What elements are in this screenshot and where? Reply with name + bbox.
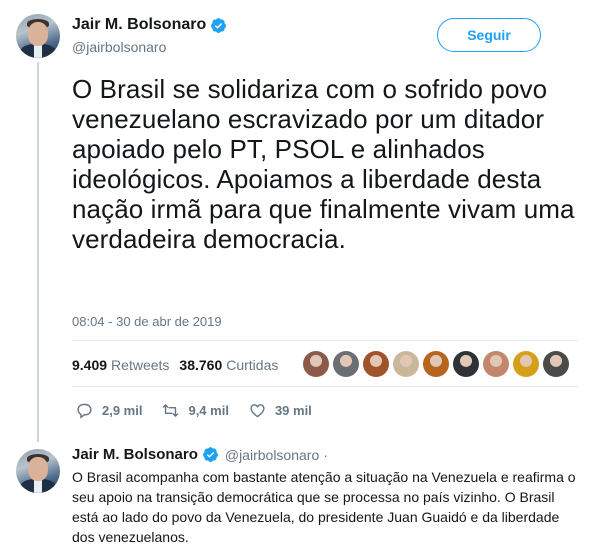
thread-connector-line (37, 62, 39, 442)
reply-button[interactable]: 2,9 mil (76, 402, 142, 419)
engagement-stats: 9.409 Retweets 38.760 Curtidas (72, 357, 288, 373)
divider (72, 386, 578, 387)
like-action-count: 39 mil (274, 403, 312, 418)
likes-count[interactable]: 38.760 (179, 357, 222, 373)
follow-button[interactable]: Seguir (437, 18, 541, 52)
liker-avatar[interactable] (393, 351, 419, 377)
reply-text: O Brasil acompanha com bastante atenção … (72, 469, 576, 545)
reply-header: Jair M. Bolsonaro @jairbolsonaro · (72, 446, 328, 463)
reply-icon (77, 403, 92, 419)
verified-badge-icon (211, 17, 227, 33)
liker-avatars (303, 351, 573, 377)
reply-count: 2,9 mil (102, 403, 143, 418)
verified-badge-icon (202, 447, 218, 462)
heart-icon (250, 404, 265, 418)
reply-author-name[interactable]: Jair M. Bolsonaro (72, 446, 198, 463)
reply-author-handle[interactable]: @jairbolsonaro (225, 447, 319, 463)
retweets-label[interactable]: Retweets (111, 357, 169, 373)
retweet-action-count: 9,4 mil (188, 403, 229, 418)
author-display-name[interactable]: Jair M. Bolsonaro (72, 16, 206, 34)
liker-avatar[interactable] (363, 351, 389, 377)
liker-avatar[interactable] (423, 351, 449, 377)
liker-avatar[interactable] (303, 351, 329, 377)
author-name-row: Jair M. Bolsonaro (72, 16, 227, 34)
retweet-button[interactable]: 9,4 mil (162, 402, 229, 419)
tweet-actions: 2,9 mil 9,4 mil 39 mil (76, 402, 332, 419)
retweets-count[interactable]: 9.409 (72, 357, 107, 373)
like-button[interactable]: 39 mil (249, 402, 312, 419)
liker-avatar[interactable] (453, 351, 479, 377)
divider (72, 340, 578, 341)
reply-avatar[interactable] (16, 449, 60, 493)
liker-avatar[interactable] (483, 351, 509, 377)
liker-avatar[interactable] (333, 351, 359, 377)
reply-separator: · (323, 446, 328, 463)
liker-avatar[interactable] (513, 351, 539, 377)
likes-label[interactable]: Curtidas (226, 357, 278, 373)
retweet-icon (163, 404, 179, 417)
avatar[interactable] (16, 14, 60, 58)
tweet-timestamp[interactable]: 08:04 - 30 de abr de 2019 (72, 314, 222, 329)
author-handle[interactable]: @jairbolsonaro (72, 39, 166, 55)
tweet-text: O Brasil se solidariza com o sofrido pov… (72, 74, 575, 254)
liker-avatar[interactable] (543, 351, 569, 377)
